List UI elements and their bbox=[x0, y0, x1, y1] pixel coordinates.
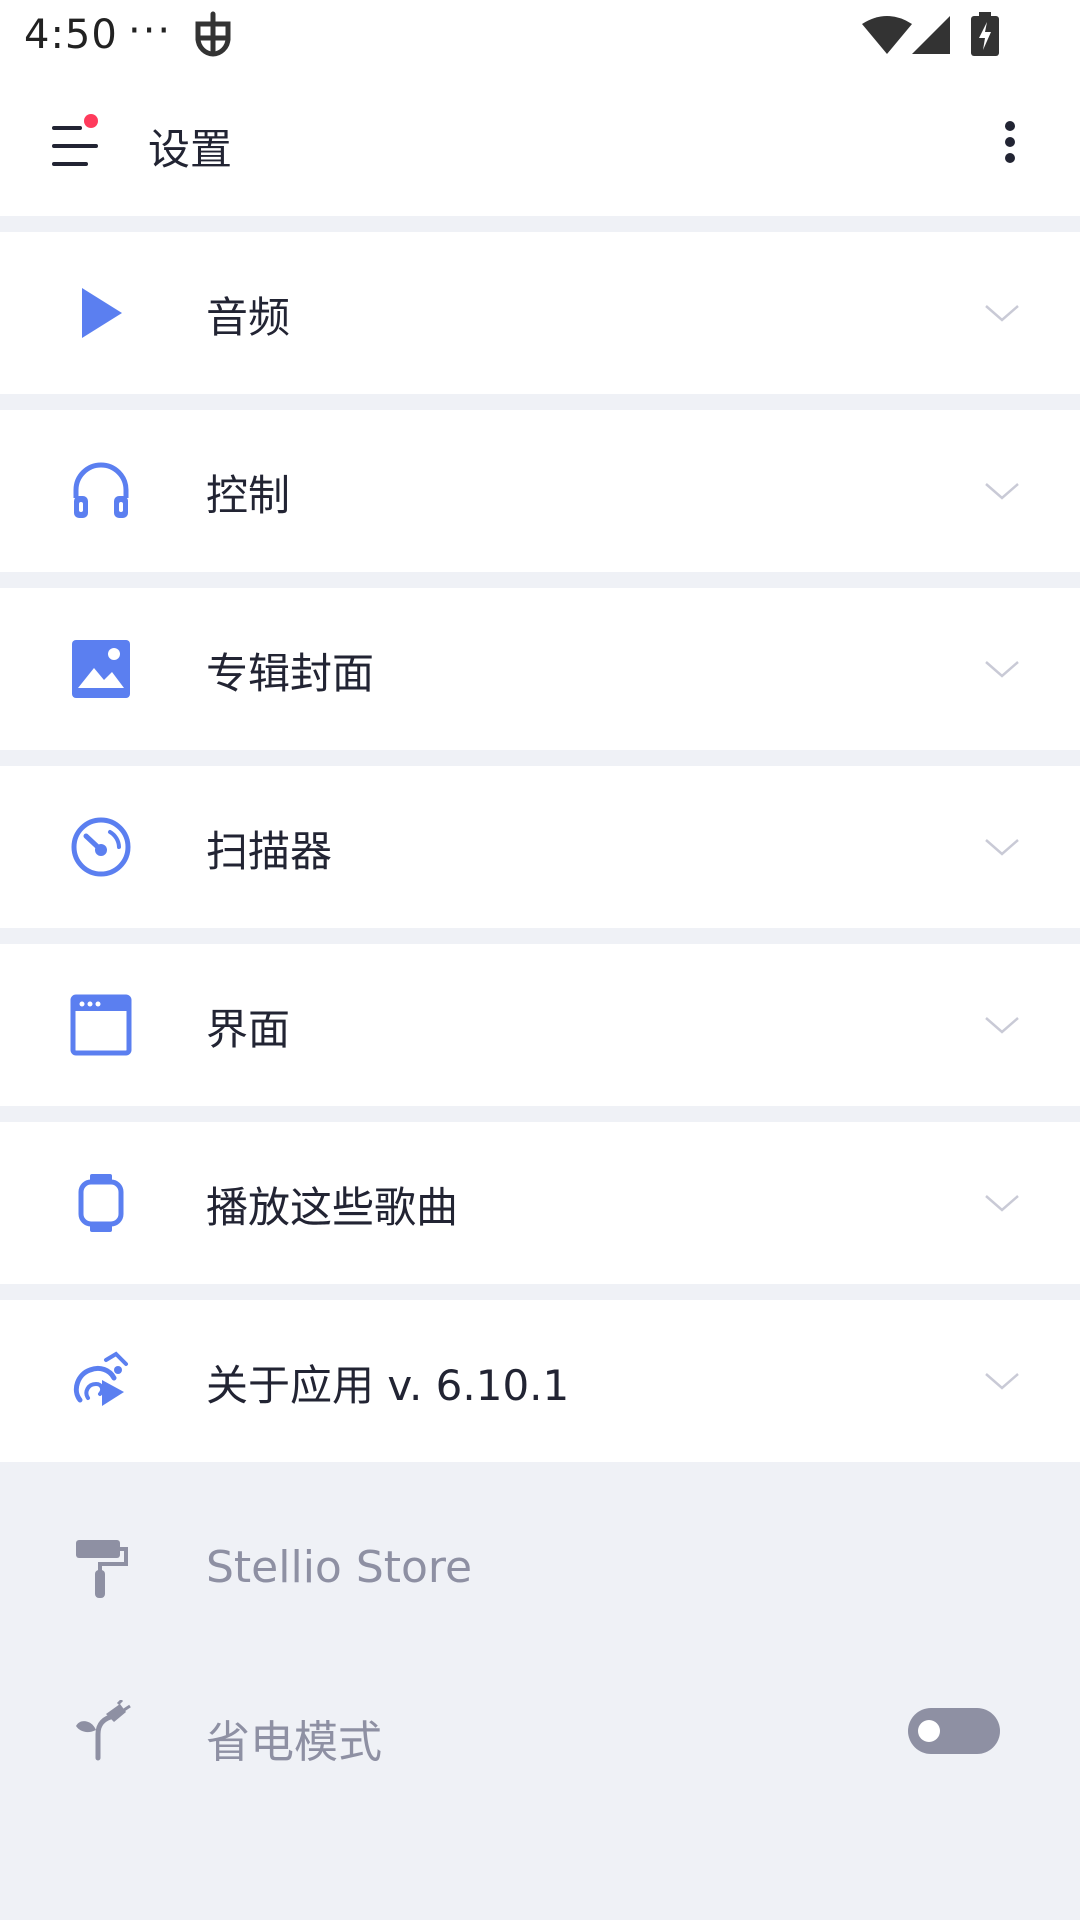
status-time: 4:50 bbox=[24, 12, 118, 58]
signal-icon bbox=[912, 16, 950, 54]
menu-button[interactable] bbox=[44, 114, 110, 174]
setting-album-art[interactable]: 专辑封面 bbox=[0, 588, 1080, 750]
status-bar: 4:50 ··· bbox=[0, 0, 1080, 76]
chevron-down-icon bbox=[985, 661, 1019, 678]
paint-roller-icon bbox=[76, 1540, 128, 1598]
setting-label: 控制 bbox=[206, 471, 291, 520]
setting-control[interactable]: 控制 bbox=[0, 410, 1080, 572]
setting-label: 界面 bbox=[206, 1005, 291, 1054]
extra-label: Stellio Store bbox=[206, 1542, 473, 1593]
plug-leaf-icon bbox=[76, 1700, 131, 1761]
image-icon bbox=[72, 640, 130, 698]
wifi-icon bbox=[862, 16, 912, 54]
setting-label: 音频 bbox=[206, 293, 291, 342]
chevron-down-icon bbox=[985, 1017, 1019, 1034]
setting-interface[interactable]: 界面 bbox=[0, 944, 1080, 1106]
chevron-down-icon bbox=[985, 305, 1019, 322]
setting-label: 扫描器 bbox=[206, 827, 333, 876]
headphones-icon bbox=[73, 462, 129, 518]
screen: 4:50 ··· 设置 音频 控制 专辑封面 扫描器 界面 播放这些歌曲 关于应… bbox=[0, 0, 1080, 1920]
chevron-down-icon bbox=[985, 839, 1019, 856]
status-more-dots: ··· bbox=[128, 8, 173, 54]
overflow-menu-button[interactable] bbox=[992, 116, 1028, 180]
chameleon-icon bbox=[73, 1351, 128, 1406]
extra-label: 省电模式 bbox=[206, 1717, 382, 1768]
power-saving-toggle[interactable] bbox=[908, 1708, 1000, 1754]
setting-audio[interactable]: 音频 bbox=[0, 232, 1080, 394]
power-saving-item[interactable]: 省电模式 bbox=[0, 1662, 1080, 1802]
setting-label: 关于应用 v. 6.10.1 bbox=[206, 1361, 570, 1410]
notification-dot bbox=[84, 114, 98, 128]
chevron-down-icon bbox=[985, 1373, 1019, 1390]
stellio-store-item[interactable]: Stellio Store bbox=[0, 1498, 1080, 1638]
setting-label: 专辑封面 bbox=[206, 649, 375, 698]
setting-about-app[interactable]: 关于应用 v. 6.10.1 bbox=[0, 1300, 1080, 1462]
battery-charging-icon bbox=[971, 12, 999, 56]
chevron-down-icon bbox=[985, 483, 1019, 500]
setting-play-songs[interactable]: 播放这些歌曲 bbox=[0, 1122, 1080, 1284]
gauge-icon bbox=[71, 817, 131, 877]
hamburger-icon bbox=[52, 126, 98, 166]
app-bar: 设置 bbox=[0, 76, 1080, 216]
play-icon bbox=[82, 288, 122, 338]
setting-scanner[interactable]: 扫描器 bbox=[0, 766, 1080, 928]
more-vert-icon bbox=[1005, 121, 1015, 163]
setting-label: 播放这些歌曲 bbox=[206, 1183, 459, 1232]
page-title: 设置 bbox=[148, 125, 233, 174]
bug-notification-icon bbox=[195, 11, 231, 57]
chevron-down-icon bbox=[985, 1195, 1019, 1212]
smartwatch-icon bbox=[78, 1174, 124, 1232]
toggle-knob bbox=[918, 1720, 940, 1742]
window-icon bbox=[70, 994, 132, 1056]
